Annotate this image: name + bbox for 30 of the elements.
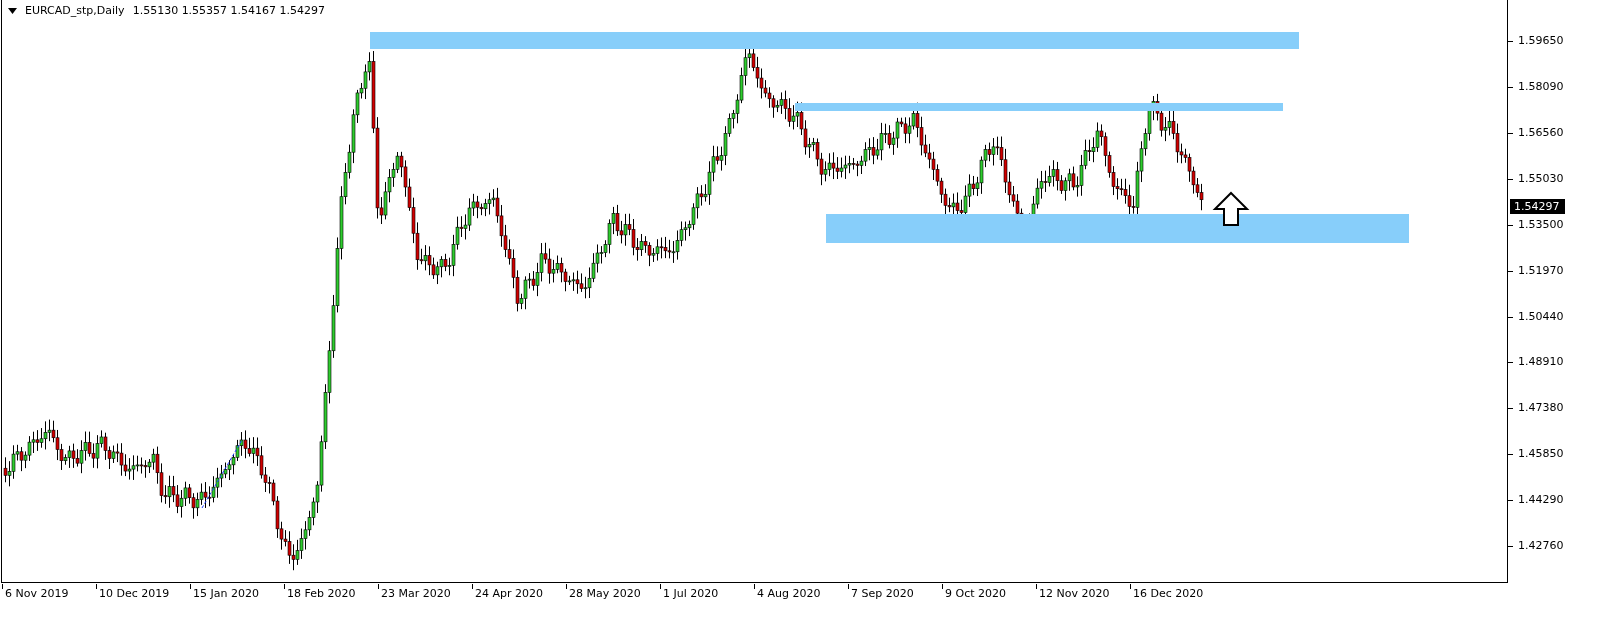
price-label: 1.44290 <box>1518 492 1564 509</box>
price-label: 1.56560 <box>1518 124 1564 141</box>
current-price-tag: 1.54297 <box>1510 199 1565 214</box>
date-label: 28 May 2020 <box>569 587 641 601</box>
date-label: 6 Nov 2019 <box>5 587 69 601</box>
symbol-label: EURCAD_stp,Daily <box>25 4 125 17</box>
price-label: 1.50440 <box>1518 308 1564 325</box>
price-label: 1.55030 <box>1518 170 1564 187</box>
price-label: 1.47380 <box>1518 400 1564 417</box>
date-label: 15 Jan 2020 <box>193 587 259 601</box>
date-label: 12 Nov 2020 <box>1039 587 1110 601</box>
price-label: 1.59650 <box>1518 33 1564 49</box>
date-label: 7 Sep 2020 <box>851 587 914 601</box>
date-label: 18 Feb 2020 <box>287 587 356 601</box>
date-label: 1 Jul 2020 <box>663 587 719 601</box>
ohlc-values: 1.55130 1.55357 1.54167 1.54297 <box>132 4 326 17</box>
price-label: 1.53500 <box>1518 216 1564 233</box>
price-label: 1.48910 <box>1518 354 1564 371</box>
price-label: 1.51970 <box>1518 262 1564 279</box>
date-label: 10 Dec 2019 <box>99 587 170 601</box>
date-label: 24 Apr 2020 <box>475 587 543 601</box>
date-label: 9 Oct 2020 <box>945 587 1006 601</box>
dropdown-icon[interactable] <box>8 7 17 14</box>
date-label: 23 Mar 2020 <box>381 587 451 601</box>
up-arrow-icon <box>1212 191 1250 226</box>
price-label: 1.45850 <box>1518 446 1564 463</box>
date-label: 4 Aug 2020 <box>757 587 821 601</box>
price-label: 1.42760 <box>1518 538 1564 555</box>
price-label: 1.58090 <box>1518 78 1564 95</box>
date-label: 16 Dec 2020 <box>1133 587 1204 601</box>
